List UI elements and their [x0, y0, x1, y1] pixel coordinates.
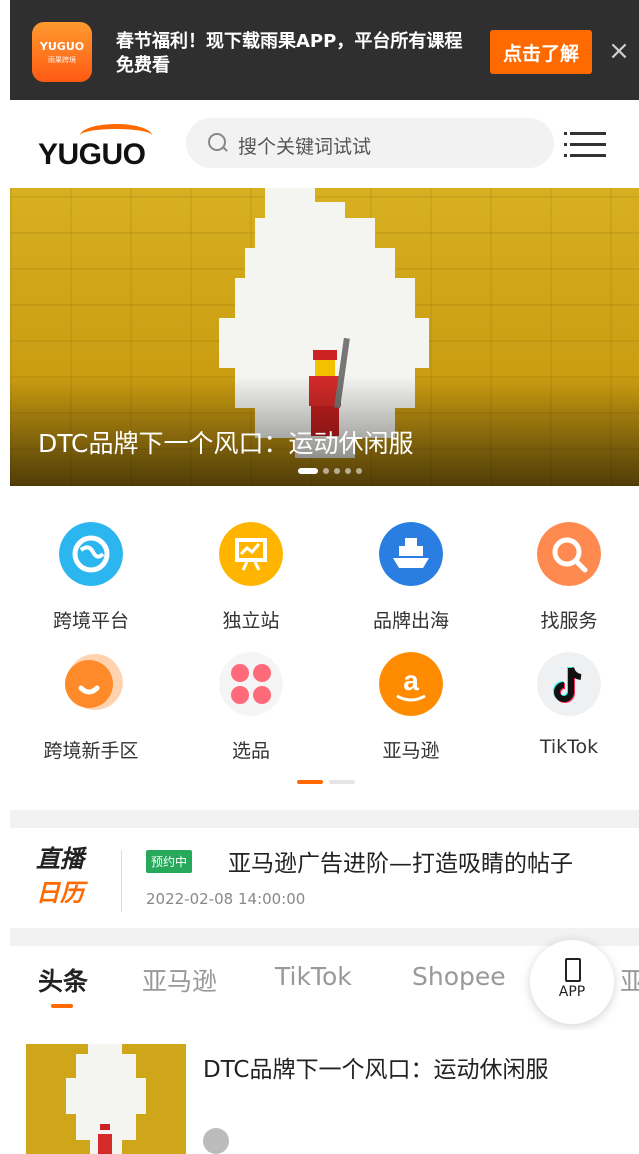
category-label: 找服务	[540, 610, 598, 632]
site-logo[interactable]: YUGUO	[38, 122, 178, 171]
app-logo-subtext: 雨果跨境	[48, 55, 76, 64]
hero-title[interactable]: DTC品牌下一个风口：运动休闲服	[38, 424, 414, 460]
app-logo-icon[interactable]: YUGUO 雨果跨境	[32, 22, 92, 82]
section-divider	[10, 810, 639, 828]
tab-amazon[interactable]: 亚马逊	[142, 962, 217, 998]
category-label: 跨境新手区	[43, 740, 139, 762]
menu-icon[interactable]	[564, 132, 606, 158]
svg-text:a: a	[403, 665, 419, 696]
logo-text: YUGUO	[38, 138, 146, 171]
article-title[interactable]: DTC品牌下一个风口：运动休闲服	[203, 1050, 548, 1084]
app-download-button[interactable]: APP	[530, 940, 614, 1024]
category-label: TikTok	[539, 736, 599, 758]
category-label: 品牌出海	[372, 610, 449, 632]
search-icon	[208, 133, 226, 151]
amazon-icon: a	[379, 652, 443, 716]
search-icon	[537, 522, 601, 586]
search-placeholder: 搜个关键词试试	[238, 136, 372, 158]
avatar	[203, 1128, 229, 1154]
status-badge: 预约中	[146, 850, 193, 873]
tab-headlines[interactable]: 头条	[38, 962, 88, 1008]
tab-shopee[interactable]: Shopee	[412, 962, 506, 991]
live-brand-line1: 直播	[36, 845, 84, 873]
live-calendar[interactable]: 直播 日历 预约中 亚马逊广告进阶—打造吸睛的帖子 2022-02-08 14:…	[10, 828, 639, 928]
section-divider	[10, 928, 639, 946]
category-tiktok[interactable]: TikTok	[494, 652, 639, 772]
category-independent-site[interactable]: 独立站	[176, 522, 326, 642]
search-input[interactable]: 搜个关键词试试	[186, 118, 554, 168]
carousel-indicator[interactable]	[298, 468, 362, 474]
phone-icon	[565, 958, 581, 982]
presentation-icon	[219, 522, 283, 586]
category-product-selection[interactable]: 选品	[176, 652, 326, 772]
clover-icon	[219, 652, 283, 716]
tab-tiktok[interactable]: TikTok	[275, 962, 352, 991]
category-brand-overseas[interactable]: 品牌出海	[336, 522, 486, 642]
ship-icon	[379, 522, 443, 586]
promo-message: 春节福利！现下载雨果APP，平台所有课程免费看	[116, 31, 463, 76]
live-time: 2022-02-08 14:00:00	[146, 890, 306, 908]
category-cross-border-platform[interactable]: 跨境平台	[16, 522, 166, 642]
divider	[121, 850, 122, 912]
category-label: 跨境平台	[52, 610, 129, 632]
tab-amazon-2[interactable]: 亚马	[620, 962, 639, 998]
promo-banner[interactable]: YUGUO 雨果跨境 春节福利！现下载雨果APP，平台所有课程免费看 点击了解 …	[10, 0, 639, 100]
live-calendar-logo: 直播 日历	[36, 842, 84, 910]
category-find-service[interactable]: 找服务	[494, 522, 639, 642]
live-brand-line2: 日历	[36, 879, 84, 907]
article-card[interactable]: DTC品牌下一个风口：运动休闲服	[10, 1030, 639, 1154]
app-button-label: APP	[558, 984, 586, 1000]
tiktok-icon	[537, 652, 601, 716]
category-newbie-zone[interactable]: 跨境新手区	[16, 652, 166, 772]
category-amazon[interactable]: a 亚马逊	[336, 652, 486, 772]
category-label: 独立站	[222, 610, 280, 632]
learn-more-button[interactable]: 点击了解	[490, 30, 592, 74]
category-label: 亚马逊	[382, 740, 440, 762]
app-logo-text: YUGUO	[39, 39, 85, 53]
site-header: YUGUO 搜个关键词试试	[10, 100, 639, 188]
globe-icon	[59, 522, 123, 586]
category-label: 选品	[231, 740, 270, 762]
hero-carousel[interactable]: DTC品牌下一个风口：运动休闲服	[10, 188, 639, 486]
grid-page-indicator[interactable]	[297, 780, 355, 784]
newbie-icon	[65, 654, 123, 710]
article-thumbnail	[26, 1044, 186, 1154]
close-icon[interactable]: ×	[604, 36, 634, 66]
live-title[interactable]: 亚马逊广告进阶—打造吸睛的帖子	[228, 844, 573, 878]
category-grid: 跨境平台 独立站 品牌出海 找服务 跨境新手区 选品 a 亚马逊 TikTok	[10, 490, 639, 802]
